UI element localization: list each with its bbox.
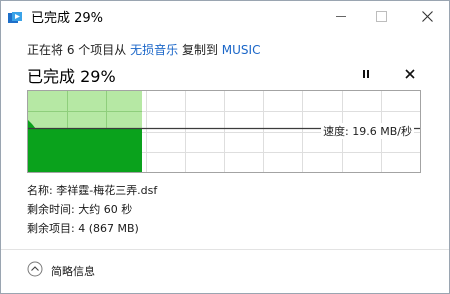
file-name-row: 名称: 李祥霆-梅花三弄.dsf <box>27 182 157 198</box>
desc-mid: 复制到 <box>181 43 218 57</box>
transfer-speed-graph: 速度: 19.6 MB/秒 <box>27 90 421 173</box>
time-remaining-label: 剩余时间: <box>27 203 75 216</box>
copy-description: 正在将 6 个项目从 无损音乐 复制到 MUSIC <box>27 41 260 58</box>
window-title: 已完成 29% <box>31 11 104 26</box>
source-folder-link[interactable]: 无损音乐 <box>130 43 178 57</box>
progress-headline: 已完成 29% <box>27 67 116 86</box>
time-remaining-value: 大约 60 秒 <box>78 203 133 216</box>
close-button[interactable] <box>407 1 447 31</box>
chevron-up-icon <box>27 261 43 277</box>
destination-folder-link[interactable]: MUSIC <box>222 43 261 57</box>
pause-icon <box>363 70 369 78</box>
fewer-details-label[interactable]: 简略信息 <box>51 263 95 279</box>
speed-label: 速度: 19.6 MB/秒 <box>321 123 414 139</box>
close-icon <box>421 10 433 22</box>
copy-progress-window: 已完成 29% 正在将 6 个项目从 无损音乐 复制到 MUSIC 已完成 29… <box>0 0 450 294</box>
maximize-button[interactable] <box>361 1 401 31</box>
items-remaining-label: 剩余项目: <box>27 222 75 235</box>
file-name-value: 李祥霆-梅花三弄.dsf <box>56 184 158 197</box>
items-remaining-value: 4 (867 MB) <box>78 222 139 235</box>
cancel-icon <box>405 69 415 79</box>
desc-prefix: 正在将 6 个项目从 <box>27 43 127 57</box>
cancel-button[interactable] <box>401 65 419 83</box>
pause-button[interactable] <box>357 65 375 83</box>
items-remaining-row: 剩余项目: 4 (867 MB) <box>27 220 139 236</box>
fewer-details-button[interactable] <box>27 261 43 277</box>
minimize-icon <box>336 16 346 17</box>
minimize-button[interactable] <box>321 1 361 31</box>
copy-icon <box>8 9 22 23</box>
title-bar[interactable]: 已完成 29% <box>1 1 449 31</box>
file-name-label: 名称: <box>27 184 53 197</box>
maximize-icon <box>375 10 387 22</box>
time-remaining-row: 剩余时间: 大约 60 秒 <box>27 201 132 217</box>
